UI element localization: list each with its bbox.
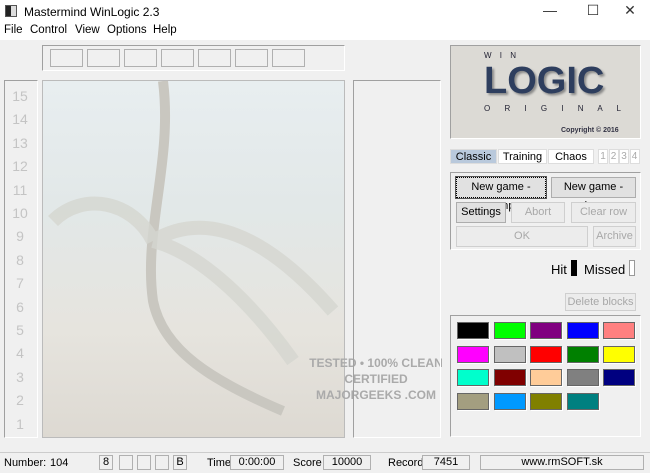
color-swatch[interactable] [566,345,599,363]
menu-file[interactable]: File [4,24,23,36]
palm-tree-background [48,81,339,416]
game-board[interactable] [42,80,345,438]
row-number: 9 [16,228,24,245]
abort-button[interactable]: Abort [511,202,565,223]
menu-control[interactable]: Control [30,24,67,36]
color-swatch[interactable] [566,322,599,339]
color-swatch[interactable] [530,369,562,386]
code-slot [161,49,194,67]
row-number: 13 [12,134,28,151]
row-number: 6 [16,298,24,315]
new-game-player-button[interactable]: New game - player [551,177,636,212]
color-swatch[interactable] [493,345,526,363]
close-button[interactable]: ✕ [610,2,650,19]
code-slot [50,49,83,67]
status-box [155,455,169,470]
settings-button[interactable]: Settings [456,202,506,223]
code-slot [272,49,305,67]
row-number: 10 [12,205,28,221]
status-box [119,455,133,470]
row-number: 14 [12,111,28,128]
status-box [137,455,151,470]
row-number: 1 [16,415,24,432]
color-swatch[interactable] [493,322,526,339]
color-swatch[interactable] [457,345,489,363]
row-number: 7 [16,275,24,292]
score-label: Score [293,457,322,469]
colors-count: 8 [99,455,113,470]
record-value: 7451 [422,455,470,470]
tab-chaos[interactable]: Chaos [548,149,594,164]
menu-help[interactable]: Help [153,24,177,36]
menu-options[interactable]: Options [107,24,147,36]
color-swatch[interactable] [603,345,635,363]
menu-view[interactable]: View [75,24,100,36]
level-2-button[interactable]: 2 [608,149,619,164]
hit-label: Hit [551,262,567,277]
score-pegs-column [353,80,441,438]
color-swatch[interactable] [530,322,562,339]
archive-button[interactable]: Archive [593,226,636,247]
color-swatch[interactable] [566,369,599,386]
clear-row-button[interactable]: Clear row [571,202,636,223]
score-value: 10000 [323,455,371,470]
row-number: 11 [12,181,28,198]
hit-peg-icon [571,260,577,276]
color-swatch[interactable] [530,345,562,363]
row-number: 12 [12,158,28,175]
status-divider [0,452,650,453]
color-swatch[interactable] [530,392,562,410]
missed-label: Missed [584,262,626,277]
code-slot [124,49,157,67]
tab-training[interactable]: Training [498,149,547,164]
number-label: Number: [4,457,47,469]
code-slot [87,49,120,67]
missed-peg-icon [629,260,635,276]
level-3-button[interactable]: 3 [619,149,629,164]
maximize-button[interactable]: ☐ [573,2,613,19]
color-swatch[interactable] [457,322,489,339]
row-number: 8 [16,251,24,268]
delete-blocks-button[interactable]: Delete blocks [565,293,636,311]
color-swatch[interactable] [603,369,635,386]
level-1-button[interactable]: 1 [598,149,608,164]
time-value: 0:00:00 [230,455,284,470]
row-number: 2 [16,392,24,409]
time-label: Time [207,457,232,469]
level-4-button[interactable]: 4 [629,149,640,164]
status-b: B [173,455,187,470]
color-swatch[interactable] [457,369,489,386]
color-swatch[interactable] [457,392,489,410]
color-swatch[interactable] [493,392,526,410]
code-slot [235,49,268,67]
minimize-button[interactable]: — [530,2,570,18]
window-title: Mastermind WinLogic 2.3 [24,5,160,19]
color-swatch[interactable] [603,322,635,339]
number-value: 104 [50,457,69,469]
record-label: Record [388,457,424,469]
ok-button[interactable]: OK [456,226,588,247]
new-game-comp-button[interactable]: New game - comp [455,176,547,212]
website-link[interactable]: www.rmSOFT.sk [480,455,644,470]
color-swatch[interactable] [566,392,599,410]
color-swatch[interactable] [493,369,526,386]
row-number: 15 [12,88,28,104]
row-number: 3 [16,368,24,385]
row-number: 5 [16,322,24,338]
tab-classic[interactable]: Classic [450,149,497,164]
app-icon [5,5,17,17]
code-slot [198,49,231,67]
row-number: 4 [16,345,24,362]
winlogic-logo: W I N LOGIC O R I G I N A L Copyright © … [450,45,641,139]
